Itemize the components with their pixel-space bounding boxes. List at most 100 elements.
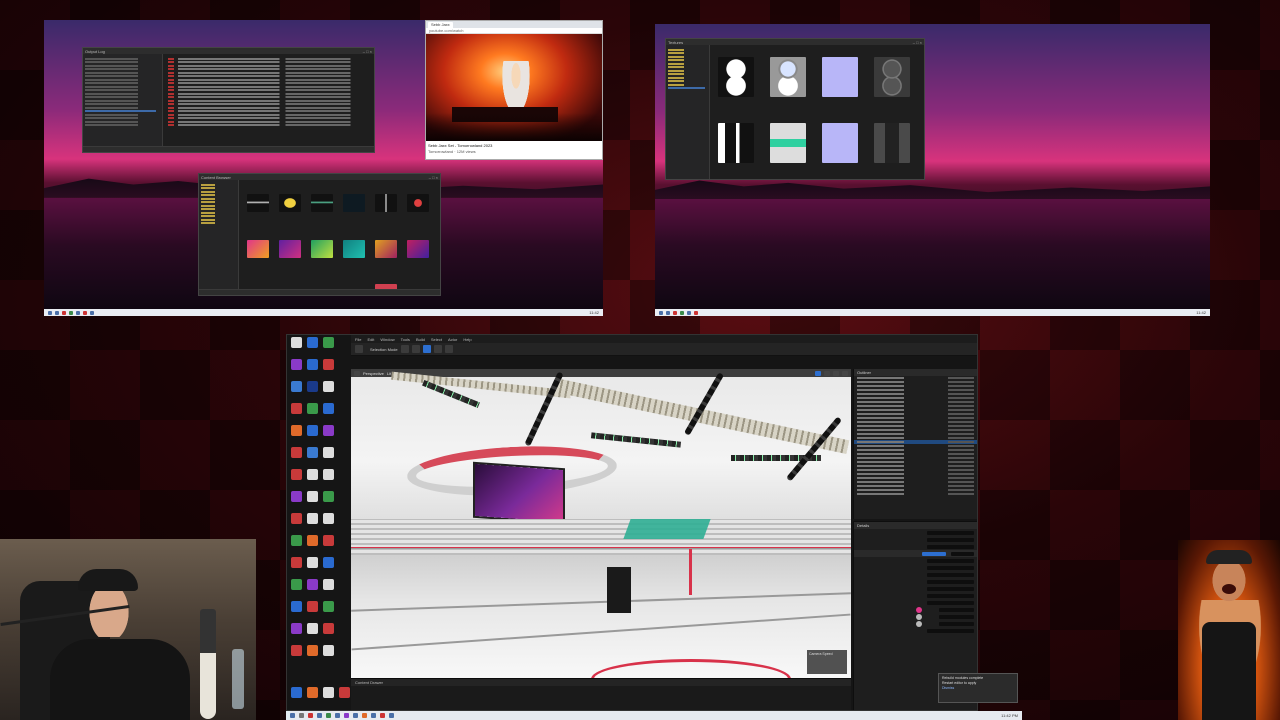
- menu-build[interactable]: Build: [416, 337, 425, 342]
- desktop-icon[interactable]: [323, 469, 334, 480]
- add-actor-button[interactable]: [400, 345, 409, 353]
- taskbar-clock[interactable]: 11:42: [1196, 310, 1206, 315]
- desktop-icon[interactable]: [323, 425, 334, 436]
- details-row[interactable]: [854, 620, 977, 627]
- play-options-button[interactable]: [433, 345, 442, 353]
- desktop-icon[interactable]: [307, 425, 318, 436]
- desktop-icon[interactable]: [307, 687, 318, 698]
- output-log-window[interactable]: Output Log – □ ×: [82, 47, 375, 153]
- desktop-icon[interactable]: [291, 557, 302, 568]
- texture-window[interactable]: Textures – □ ×: [665, 38, 925, 180]
- grid-snap-button[interactable]: [842, 370, 848, 376]
- channel-name[interactable]: Tomorrowland: [428, 149, 453, 154]
- asset-thumb[interactable]: [279, 194, 301, 212]
- desktop-icon[interactable]: [291, 337, 302, 348]
- desktop-icon[interactable]: [291, 447, 302, 458]
- app-icon[interactable]: [353, 713, 358, 718]
- menu-select[interactable]: Select: [431, 337, 442, 342]
- app-icon[interactable]: [335, 713, 340, 718]
- details-row[interactable]: [854, 592, 977, 599]
- desktop-icon[interactable]: [307, 381, 318, 392]
- video-player[interactable]: [426, 34, 602, 141]
- app-icon[interactable]: [673, 310, 677, 315]
- outliner-panel[interactable]: Outliner: [853, 369, 977, 519]
- asset-thumb[interactable]: [247, 240, 269, 258]
- texture-thumb[interactable]: [822, 123, 858, 163]
- color-swatch[interactable]: [915, 606, 922, 613]
- texture-thumb[interactable]: [874, 57, 910, 97]
- desktop-icon[interactable]: [307, 557, 318, 568]
- desktop-icon[interactable]: [307, 469, 318, 480]
- desktop-icon[interactable]: [291, 513, 302, 524]
- details-row[interactable]: [854, 543, 977, 550]
- texture-thumb[interactable]: [718, 123, 754, 163]
- asset-thumb[interactable]: [343, 194, 365, 212]
- play-button[interactable]: [422, 345, 431, 353]
- desktop-icon[interactable]: [323, 337, 334, 348]
- browser-tabs[interactable]: Sebb Jaxx: [426, 21, 602, 28]
- desktop-icon[interactable]: [291, 535, 302, 546]
- app-icon[interactable]: [389, 713, 394, 718]
- desktop-icon[interactable]: [291, 469, 302, 480]
- menu-actor[interactable]: Actor: [448, 337, 457, 342]
- desktop-icon[interactable]: [291, 645, 302, 656]
- desktop-icon[interactable]: [339, 687, 350, 698]
- asset-folder-tree[interactable]: [199, 180, 239, 295]
- texture-folder-tree[interactable]: [666, 45, 710, 179]
- level-viewport[interactable]: Perspective Lit Camera Speed: [351, 369, 851, 678]
- app-icon[interactable]: [55, 310, 59, 315]
- app-icon[interactable]: [90, 310, 94, 315]
- menu-help[interactable]: Help: [463, 337, 471, 342]
- search-icon[interactable]: [299, 713, 304, 718]
- platforms-button[interactable]: [444, 345, 453, 353]
- desktop-icon[interactable]: [323, 601, 334, 612]
- color-swatch[interactable]: [915, 613, 922, 620]
- texture-thumb[interactable]: [770, 123, 806, 163]
- desktop-icon[interactable]: [323, 359, 334, 370]
- desktop-icon[interactable]: [323, 491, 334, 502]
- desktop-icon[interactable]: [291, 579, 302, 590]
- details-row[interactable]: [854, 599, 977, 606]
- selection-mode-dropdown[interactable]: Selection Mode: [370, 347, 398, 352]
- menu-edit[interactable]: Edit: [367, 337, 374, 342]
- app-icon[interactable]: [83, 310, 87, 315]
- outliner-row[interactable]: [854, 492, 977, 496]
- taskbar-clock[interactable]: 11:42: [589, 310, 599, 315]
- desktop-icon[interactable]: [307, 359, 318, 370]
- asset-thumb[interactable]: [407, 240, 429, 258]
- scale-button[interactable]: [833, 370, 839, 376]
- app-icon[interactable]: [666, 310, 670, 315]
- details-row[interactable]: [854, 571, 977, 578]
- transform-button[interactable]: [815, 370, 821, 376]
- app-icon[interactable]: [308, 713, 313, 718]
- desktop-icon[interactable]: [291, 359, 302, 370]
- details-row[interactable]: [854, 564, 977, 571]
- desktop-icon[interactable]: [307, 337, 318, 348]
- asset-thumb[interactable]: [343, 240, 365, 258]
- details-row[interactable]: [854, 557, 977, 564]
- start-icon[interactable]: [290, 713, 295, 718]
- app-icon[interactable]: [380, 713, 385, 718]
- desktop-icon[interactable]: [307, 623, 318, 634]
- desktop-icon[interactable]: [323, 447, 334, 458]
- desktop-icon[interactable]: [307, 645, 318, 656]
- desktop-icon[interactable]: [323, 687, 334, 698]
- camera-readout[interactable]: Camera Speed: [807, 650, 847, 674]
- app-icon[interactable]: [362, 713, 367, 718]
- rotate-button[interactable]: [824, 370, 830, 376]
- desktop-icon[interactable]: [323, 535, 334, 546]
- asset-thumb[interactable]: [375, 194, 397, 212]
- desktop-icon[interactable]: [291, 601, 302, 612]
- asset-browser-window[interactable]: Content Browser – □ ×: [198, 173, 441, 296]
- desktop-icon[interactable]: [291, 623, 302, 634]
- desktop-icon[interactable]: [307, 513, 318, 524]
- app-icon[interactable]: [62, 310, 66, 315]
- app-icon[interactable]: [371, 713, 376, 718]
- desktop-icon[interactable]: [307, 491, 318, 502]
- desktop-icon[interactable]: [291, 491, 302, 502]
- desktop-icon[interactable]: [323, 557, 334, 568]
- desktop-icon[interactable]: [323, 381, 334, 392]
- asset-thumb[interactable]: [247, 194, 269, 212]
- desktop-icon[interactable]: [323, 645, 334, 656]
- texture-thumb[interactable]: [874, 123, 910, 163]
